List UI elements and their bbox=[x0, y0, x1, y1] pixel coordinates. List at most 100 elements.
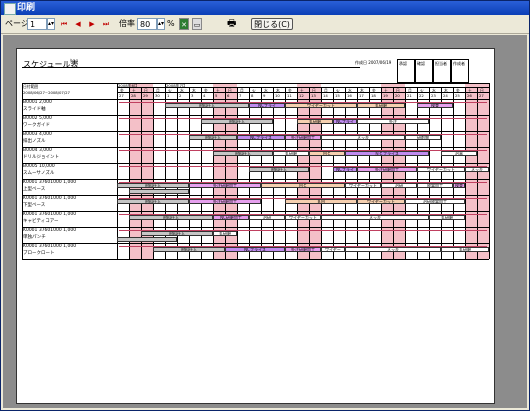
row-code: B0002 5,000 bbox=[23, 116, 52, 121]
zoom-input[interactable]: 80 bbox=[137, 18, 157, 30]
day-number: 11 bbox=[287, 93, 292, 98]
day-number: 24 bbox=[443, 93, 448, 98]
task-bar[interactable]: 丸研磨 bbox=[213, 231, 237, 236]
task-bar[interactable] bbox=[129, 189, 189, 194]
task-bar[interactable]: 外注研磨加工 bbox=[285, 135, 321, 140]
day-number: 5 bbox=[215, 93, 218, 98]
task-bar[interactable]: 丸研磨 bbox=[429, 215, 465, 220]
task-bar[interactable]: メッキ bbox=[321, 215, 429, 220]
task-bar[interactable]: 材料仕入 bbox=[141, 231, 213, 236]
task-bar[interactable]: 放電加工 bbox=[417, 183, 453, 188]
grid-line bbox=[22, 195, 489, 196]
next-page-icon[interactable]: ▶ bbox=[87, 18, 97, 30]
close-button[interactable]: 閉じる(C) bbox=[251, 18, 293, 30]
task-bar[interactable]: 材料仕入 bbox=[189, 135, 237, 140]
task-bar[interactable]: NCフライ bbox=[249, 103, 285, 108]
printer-icon[interactable]: 🖶 bbox=[227, 18, 241, 30]
task-bar[interactable]: 外注研磨加工 bbox=[189, 183, 261, 188]
task-bar[interactable]: ワイヤーカット bbox=[285, 103, 357, 108]
task-bar[interactable]: 治研 bbox=[249, 215, 285, 220]
first-page-icon[interactable]: ⏮ bbox=[59, 18, 69, 30]
task-bar[interactable]: 丸研磨 bbox=[273, 151, 309, 156]
task-bar[interactable]: 検査 bbox=[453, 183, 465, 188]
task-bar[interactable]: ワイヤーカット bbox=[417, 167, 465, 172]
page-label: ページ bbox=[5, 19, 29, 28]
task-bar[interactable]: 検査 bbox=[417, 103, 453, 108]
day-number: 8 bbox=[251, 93, 254, 98]
task-bar[interactable]: 治研放電加工 bbox=[405, 199, 465, 204]
task-bar[interactable]: ワイヤーカット bbox=[285, 215, 321, 220]
task-bar[interactable]: 材料仕入 bbox=[165, 103, 249, 108]
grid-line bbox=[22, 227, 489, 228]
grid-line bbox=[477, 87, 478, 259]
task-bar[interactable]: 外注 bbox=[357, 119, 429, 124]
task-bar[interactable]: メッキ bbox=[321, 135, 405, 140]
task-bar[interactable]: NC研磨加工 bbox=[213, 215, 249, 220]
task-bar[interactable]: NCフライス bbox=[225, 247, 285, 252]
row-code: K0001 37601000 1,000 bbox=[23, 212, 77, 217]
page-number-input[interactable]: 1 bbox=[27, 18, 47, 30]
day-number: 6 bbox=[227, 93, 230, 98]
task-bar[interactable]: NCフライス bbox=[237, 135, 285, 140]
task-bar[interactable]: 材料仕入 bbox=[129, 215, 213, 220]
prev-page-icon[interactable]: ◀ bbox=[73, 18, 83, 30]
task-bar[interactable]: 外注研磨加工 bbox=[189, 199, 261, 204]
task-bar[interactable]: ＮＣフライス bbox=[345, 151, 429, 156]
grid-line bbox=[22, 163, 489, 164]
task-bar[interactable]: 材料仕入 bbox=[213, 151, 273, 156]
task-bar[interactable] bbox=[117, 237, 177, 242]
day-number: 20 bbox=[395, 93, 400, 98]
zoom-spinner[interactable]: ▴▾ bbox=[157, 18, 165, 30]
day-number: 15 bbox=[335, 93, 340, 98]
task-bar[interactable]: ワイヤーカット bbox=[345, 183, 381, 188]
day-number: 26 bbox=[467, 93, 472, 98]
fit-width-icon[interactable]: ▭ bbox=[192, 18, 202, 30]
task-bar[interactable]: ワイヤーカット bbox=[357, 199, 405, 204]
approval-box-author: 作成者 bbox=[451, 59, 469, 83]
task-bar[interactable]: NCフライ bbox=[333, 167, 357, 172]
task-bar[interactable]: 治具 bbox=[441, 151, 477, 156]
page-spinner[interactable]: ▴▾ bbox=[47, 18, 55, 30]
day-number: 2 bbox=[179, 93, 182, 98]
task-bar[interactable]: ワイヤー bbox=[321, 247, 345, 252]
grid-line bbox=[453, 87, 454, 259]
grid-line bbox=[22, 259, 489, 260]
task-bar[interactable]: 材料仕入 bbox=[201, 119, 273, 124]
task-bar[interactable]: 材料仕入 bbox=[153, 247, 225, 252]
task-bar[interactable]: ＭＣ bbox=[309, 151, 345, 156]
day-number: 28 bbox=[131, 93, 136, 98]
grid-line bbox=[393, 87, 394, 259]
day-number: 30 bbox=[155, 93, 160, 98]
day-number: 17 bbox=[359, 93, 364, 98]
last-page-icon[interactable]: ⏭ bbox=[101, 18, 111, 30]
task-bar[interactable]: 材料仕入 bbox=[117, 183, 189, 188]
task-bar[interactable]: 治研 bbox=[381, 183, 417, 188]
preview-area[interactable]: スケジュール表 ﾀｲﾄﾙ 作成日 2007/06/19 承認 確認 担当者 作成… bbox=[3, 35, 527, 408]
task-bar[interactable]: ＭＣ bbox=[261, 183, 345, 188]
task-bar[interactable]: メッキ bbox=[465, 167, 489, 172]
fit-page-icon[interactable]: ✕ bbox=[179, 18, 189, 30]
row-name: ブロークロート bbox=[23, 251, 55, 256]
task-bar[interactable]: 材料仕入 bbox=[249, 167, 309, 172]
grid-line bbox=[369, 87, 370, 259]
task-bar[interactable]: 外注研磨加工 bbox=[285, 247, 321, 252]
task-bar[interactable]: 丸研磨 bbox=[357, 103, 405, 108]
task-bar[interactable]: 材料仕入 bbox=[117, 199, 189, 204]
day-number: 1 bbox=[167, 93, 170, 98]
task-bar[interactable]: 丸研磨 bbox=[297, 119, 333, 124]
day-number: 29 bbox=[143, 93, 148, 98]
grid-line bbox=[405, 87, 406, 259]
task-bar[interactable]: 研削盤 bbox=[405, 135, 441, 140]
print-preview-window: 印刷 ページ 1 ▴▾ ⏮ ◀ ▶ ⏭ 倍率 80 ▴▾ % ✕ ▭ 🖶 閉じる… bbox=[0, 0, 530, 411]
task-bar[interactable]: 外注研磨加工 bbox=[357, 167, 417, 172]
row-name: スムーサノズル bbox=[23, 171, 55, 176]
day-number: 14 bbox=[323, 93, 328, 98]
day-number: 4 bbox=[203, 93, 206, 98]
task-bar[interactable]: ＢＭ bbox=[285, 199, 357, 204]
day-number: 3 bbox=[191, 93, 194, 98]
preview-page: スケジュール表 ﾀｲﾄﾙ 作成日 2007/06/19 承認 確認 担当者 作成… bbox=[16, 48, 495, 404]
schedule-grid: 日付範囲 2008/06/27~2008/07/27 2008年6月 2008年7月金… bbox=[22, 83, 490, 283]
task-bar[interactable]: 丸研磨 bbox=[441, 247, 489, 252]
task-bar[interactable]: NCフライ bbox=[333, 119, 357, 124]
task-bar[interactable]: メッキ bbox=[345, 247, 441, 252]
